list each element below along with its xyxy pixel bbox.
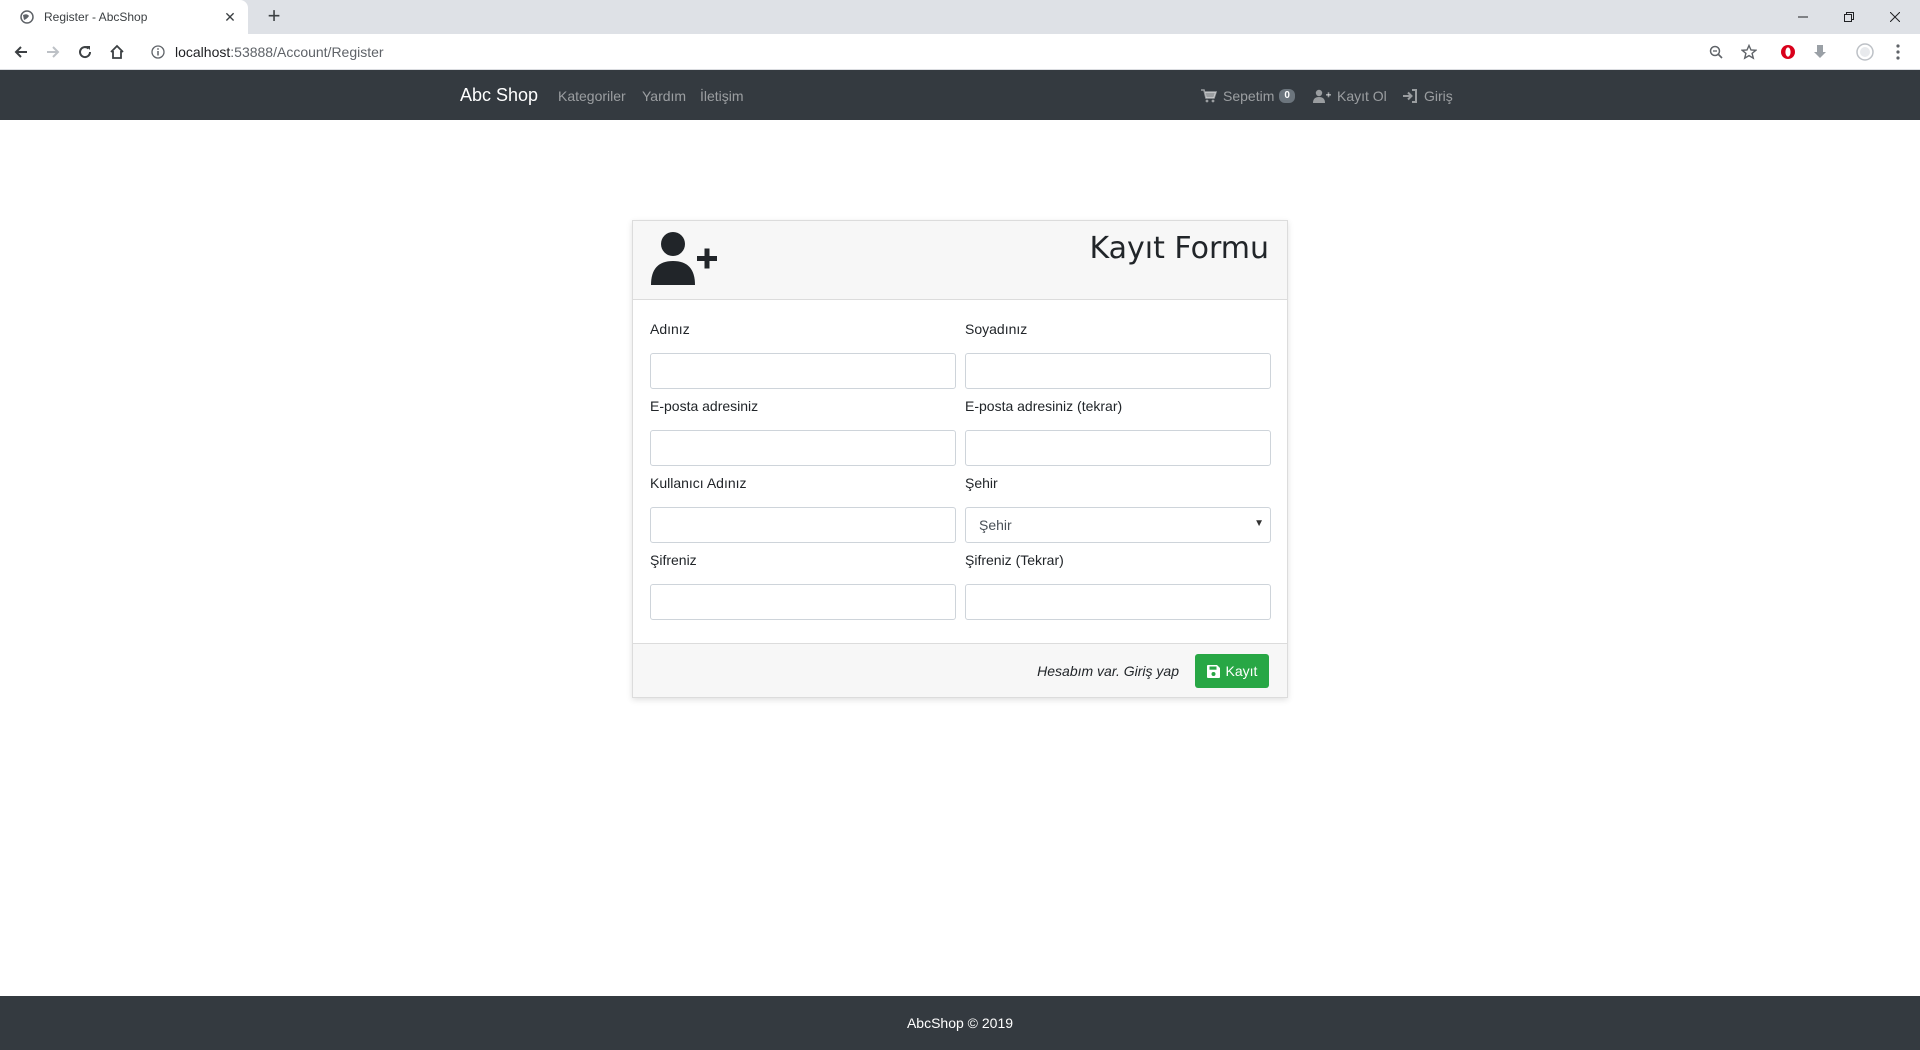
email-repeat-label: E-posta adresiniz (tekrar) — [965, 398, 1123, 414]
city-label: Şehir — [965, 475, 998, 491]
site-navbar: Abc Shop Kategoriler Yardım İletişim Sep… — [0, 70, 1920, 120]
url-path: :53888/Account/Register — [230, 44, 384, 60]
save-icon — [1206, 664, 1220, 678]
city-group: Şehir Şehir ▼ — [965, 475, 1271, 543]
menu-kebab-icon[interactable] — [1886, 40, 1910, 64]
password-group: Şifreniz — [650, 552, 956, 620]
register-card: Kayıt Formu Adınız Soyadınız E-posta adr… — [632, 220, 1288, 698]
register-submit-label: Kayıt — [1225, 663, 1258, 679]
city-select[interactable]: Şehir ▼ — [965, 507, 1271, 543]
login-label: Giriş — [1424, 88, 1453, 104]
site-footer: AbcShop © 2019 — [0, 996, 1920, 1050]
nav-link-iletisim[interactable]: İletişim — [700, 88, 744, 104]
address-bar[interactable]: localhost:53888/Account/Register — [141, 38, 1781, 66]
reload-icon[interactable] — [73, 40, 97, 64]
url-host: localhost — [175, 44, 231, 60]
url-text: localhost:53888/Account/Register — [175, 44, 384, 60]
caret-down-icon: ▼ — [1254, 518, 1264, 529]
cart-icon — [1201, 89, 1217, 103]
forward-icon[interactable] — [41, 40, 65, 64]
footer-copyright: AbcShop © 2019 — [906, 1015, 1014, 1031]
browser-tab[interactable]: Register - AbcShop ✕ — [0, 0, 248, 34]
username-input[interactable] — [650, 507, 956, 543]
user-plus-icon — [651, 231, 717, 290]
new-tab-button[interactable]: + — [262, 5, 286, 29]
cart-link[interactable]: Sepetim 0 — [1201, 88, 1295, 104]
back-icon[interactable] — [9, 40, 33, 64]
last-name-label: Soyadınız — [965, 321, 1028, 337]
cart-label: Sepetim — [1223, 88, 1275, 104]
register-link[interactable]: Kayıt Ol — [1313, 88, 1387, 104]
sign-in-icon — [1403, 89, 1417, 103]
email-group: E-posta adresiniz — [650, 398, 956, 466]
card-header: Kayıt Formu — [633, 221, 1287, 300]
email-repeat-input[interactable] — [965, 430, 1271, 466]
browser-toolbar: localhost:53888/Account/Register — [0, 34, 1920, 70]
globe-icon — [20, 10, 34, 24]
card-footer: Hesabım var. Giriş yap Kayıt — [633, 643, 1287, 697]
username-label: Kullanıcı Adınız — [650, 475, 747, 491]
cart-count-badge: 0 — [1279, 89, 1295, 103]
password-input[interactable] — [650, 584, 956, 620]
user-plus-icon — [1313, 89, 1331, 103]
close-tab-icon[interactable]: ✕ — [222, 9, 238, 26]
brand-logo[interactable]: Abc Shop — [460, 85, 538, 106]
close-window-icon[interactable] — [1872, 0, 1918, 34]
first-name-label: Adınız — [650, 321, 690, 337]
nav-link-kategoriler[interactable]: Kategoriler — [558, 88, 626, 104]
tab-title: Register - AbcShop — [44, 10, 148, 24]
browser-tabstrip: Register - AbcShop ✕ + — [0, 0, 1920, 34]
restore-icon[interactable] — [1826, 0, 1872, 34]
first-name-group: Adınız — [650, 321, 956, 389]
nav-link-yardim[interactable]: Yardım — [642, 88, 686, 104]
minimize-icon[interactable] — [1780, 0, 1826, 34]
register-label: Kayıt Ol — [1337, 88, 1387, 104]
form-title: Kayıt Formu — [1089, 231, 1269, 266]
last-name-input[interactable] — [965, 353, 1271, 389]
password-label: Şifreniz — [650, 552, 697, 568]
email-repeat-group: E-posta adresiniz (tekrar) — [965, 398, 1271, 466]
info-icon[interactable] — [151, 45, 165, 59]
city-select-value: Şehir — [979, 517, 1012, 533]
bookmark-star-icon[interactable] — [1737, 40, 1761, 64]
register-submit-button[interactable]: Kayıt — [1195, 654, 1269, 688]
last-name-group: Soyadınız — [965, 321, 1271, 389]
zoom-icon[interactable] — [1704, 40, 1728, 64]
email-input[interactable] — [650, 430, 956, 466]
login-instead-link[interactable]: Hesabım var. Giriş yap — [1037, 663, 1179, 679]
opera-extension-icon[interactable] — [1776, 40, 1800, 64]
password-repeat-group: Şifreniz (Tekrar) — [965, 552, 1271, 620]
login-link[interactable]: Giriş — [1403, 88, 1453, 104]
password-repeat-label: Şifreniz (Tekrar) — [965, 552, 1064, 568]
first-name-input[interactable] — [650, 353, 956, 389]
profile-avatar-icon[interactable] — [1853, 40, 1877, 64]
username-group: Kullanıcı Adınız — [650, 475, 956, 543]
password-repeat-input[interactable] — [965, 584, 1271, 620]
home-icon[interactable] — [105, 40, 129, 64]
download-extension-icon[interactable] — [1808, 40, 1832, 64]
email-label: E-posta adresiniz — [650, 398, 759, 414]
